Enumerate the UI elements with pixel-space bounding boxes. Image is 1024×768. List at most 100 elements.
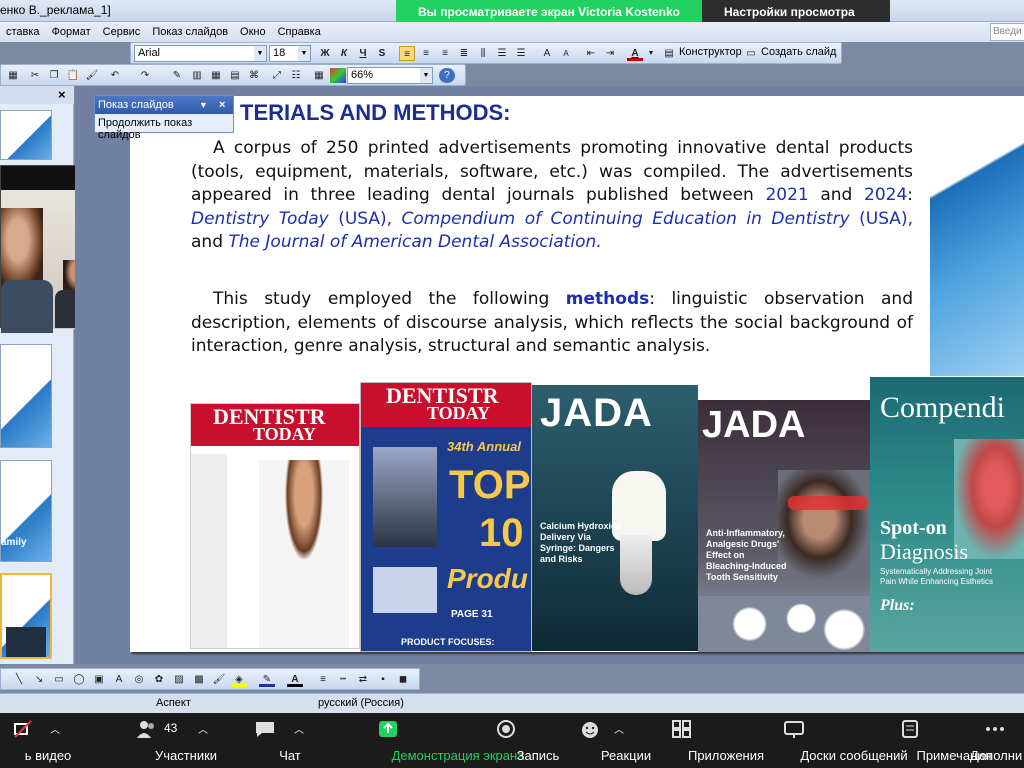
picture-icon[interactable]: ▨ xyxy=(171,672,187,687)
stop-video-button[interactable]: ь видео xyxy=(0,713,71,768)
oval-icon[interactable]: ◯ xyxy=(71,672,87,687)
rectangle-icon[interactable]: ▭ xyxy=(51,672,67,687)
slide-thumbnail-selected[interactable] xyxy=(0,573,52,659)
arrow-style-icon[interactable]: ⇄ xyxy=(355,672,371,687)
textbox-icon[interactable]: ▣ xyxy=(91,672,107,687)
clipart-icon[interactable]: ✿ xyxy=(151,672,167,687)
participants-button[interactable]: 43 Участники xyxy=(108,713,217,768)
align-right-icon[interactable]: ≡ xyxy=(437,46,453,61)
drawing-icon[interactable]: ✎ xyxy=(169,68,185,83)
arrow-icon[interactable]: ↘ xyxy=(31,672,47,687)
shadow-style-icon[interactable]: ▪ xyxy=(375,672,391,687)
chevron-up-icon[interactable]: ︿ xyxy=(50,721,60,736)
hyperlink-icon[interactable]: ⌘ xyxy=(246,68,262,83)
apps-icon xyxy=(672,720,691,738)
cover-focus: PRODUCT FOCUSES: xyxy=(401,637,495,647)
undo-icon[interactable]: ↶ xyxy=(107,68,123,83)
more-button[interactable]: Дополни xyxy=(966,713,1024,768)
outdent-icon[interactable]: ⇤ xyxy=(583,46,599,61)
view-settings-button[interactable]: Настройки просмотра ⌄ xyxy=(702,0,890,43)
fill-color-icon[interactable]: ◈ xyxy=(231,672,247,687)
table-icon[interactable]: ▦ xyxy=(208,68,224,83)
chevron-down-icon[interactable]: ▼ xyxy=(643,46,659,61)
new-slide-button[interactable]: Создать слайд xyxy=(761,46,836,58)
slide-thumbnail[interactable] xyxy=(0,110,52,160)
paste-icon[interactable]: 📋 xyxy=(65,68,81,83)
dash-style-icon[interactable]: ┅ xyxy=(335,672,351,687)
format-painter-icon[interactable]: 🖌 xyxy=(84,68,100,83)
columns-icon[interactable]: ⫼ xyxy=(475,46,491,61)
cut-icon[interactable]: ✂ xyxy=(27,68,43,83)
chevron-up-icon[interactable]: ︿ xyxy=(294,721,304,736)
menu-format[interactable]: Формат xyxy=(46,26,97,38)
cover-headline: Calcium Hydroxide Delivery Via Syringe: … xyxy=(540,521,622,564)
menu-help[interactable]: Справка xyxy=(272,26,327,38)
align-center-icon[interactable]: ≡ xyxy=(418,46,434,61)
3d-style-icon[interactable]: ◼ xyxy=(395,672,411,687)
cover-number: 10 xyxy=(479,511,524,555)
insert-table-icon[interactable]: ▤ xyxy=(227,68,243,83)
participants-icon xyxy=(137,721,154,738)
zoom-select[interactable]: 66% ▼ xyxy=(347,67,433,84)
record-button[interactable]: Запись xyxy=(474,713,559,768)
font-color-icon[interactable]: A xyxy=(627,46,643,61)
help-search-input[interactable]: Введи xyxy=(990,23,1024,41)
font-select[interactable]: Arial ▼ xyxy=(134,45,267,62)
slide-paragraph-methods: This study employed the following method… xyxy=(191,288,913,359)
indent-icon[interactable]: ⇥ xyxy=(602,46,618,61)
chat-button[interactable]: Чат xyxy=(240,713,301,768)
chevron-up-icon[interactable]: ︿ xyxy=(198,721,208,736)
print-icon[interactable]: ▦ xyxy=(5,68,21,83)
whiteboards-button[interactable]: Доски сообщений xyxy=(734,713,908,768)
bullet-list-icon[interactable]: ☰ xyxy=(513,46,529,61)
p1-text: and xyxy=(808,185,864,205)
line-color-icon[interactable]: ✎ xyxy=(259,672,275,687)
copy-icon[interactable]: ❐ xyxy=(46,68,62,83)
share-screen-button[interactable]: Демонстрация экрана xyxy=(318,713,524,768)
italic-button[interactable]: К xyxy=(336,46,352,61)
resume-slideshow-button[interactable]: Продолжить показ слайдов xyxy=(98,117,233,141)
line-style-icon[interactable]: ≡ xyxy=(315,672,331,687)
font-size-select[interactable]: 18 ▼ xyxy=(269,45,311,62)
close-icon[interactable]: × xyxy=(219,96,225,114)
bold-button[interactable]: Ж xyxy=(317,46,333,61)
menu-tools[interactable]: Сервис xyxy=(97,26,147,38)
increase-font-icon[interactable]: A xyxy=(539,46,555,61)
redo-icon[interactable]: ↷ xyxy=(137,68,153,83)
grid-icon[interactable]: ▦ xyxy=(311,68,327,83)
whiteboard-icon xyxy=(784,721,804,738)
justify-icon[interactable]: ≣ xyxy=(456,46,472,61)
designer-button[interactable]: Конструктор xyxy=(679,46,742,58)
shadow-button[interactable]: S xyxy=(374,46,390,61)
line-icon[interactable]: ╲ xyxy=(11,672,27,687)
diagram-icon[interactable]: ◎ xyxy=(131,672,147,687)
text-color-icon[interactable]: A xyxy=(287,672,303,687)
chevron-up-icon[interactable]: ︿ xyxy=(614,721,624,736)
notes-button[interactable]: Примечания xyxy=(866,713,992,768)
image-icon[interactable]: ▩ xyxy=(191,672,207,687)
expand-icon[interactable]: ⤢ xyxy=(269,68,285,83)
close-icon[interactable]: × xyxy=(58,87,66,102)
chevron-down-icon[interactable]: ▼ xyxy=(199,96,208,114)
cover-subtitle: TODAY xyxy=(427,403,491,423)
align-left-icon[interactable]: ≡ xyxy=(399,46,415,61)
slide-thumbnail[interactable]: amily xyxy=(0,460,52,562)
menu-window[interactable]: Окно xyxy=(234,26,272,38)
hierarchy-icon[interactable]: ☷ xyxy=(288,68,304,83)
view-settings-label: Настройки просмотра xyxy=(724,5,855,19)
help-icon[interactable]: ? xyxy=(439,68,455,83)
color-grayscale-icon[interactable] xyxy=(330,68,346,83)
p1-year: 2021 xyxy=(765,185,809,205)
chart-icon[interactable]: ▥ xyxy=(189,68,205,83)
menu-slideshow[interactable]: Показ слайдов xyxy=(146,26,234,38)
slide-thumbnail[interactable] xyxy=(0,344,52,448)
decrease-font-icon[interactable]: A xyxy=(558,46,574,61)
underline-button[interactable]: Ч xyxy=(355,46,371,61)
p1-text: and xyxy=(191,232,229,252)
menu-insert[interactable]: ставка xyxy=(0,26,46,38)
apps-button[interactable]: Приложения xyxy=(638,713,764,768)
slide-title: TERIALS AND METHODS: xyxy=(240,100,511,125)
wordart-icon[interactable]: A xyxy=(111,672,127,687)
brush-icon[interactable]: 🖌 xyxy=(211,672,227,687)
numbered-list-icon[interactable]: ☰ xyxy=(494,46,510,61)
